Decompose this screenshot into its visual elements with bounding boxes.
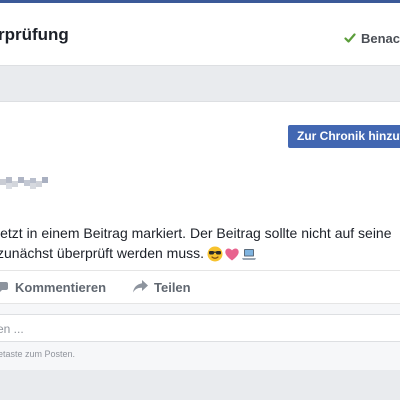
- notifications-label: Benac: [361, 31, 400, 46]
- check-icon: [344, 33, 356, 43]
- share-arrow-icon: [133, 280, 148, 293]
- comment-hint: etaste zum Posten.: [0, 349, 76, 359]
- post-text: jetzt in einem Beitrag markiert. Der Bei…: [0, 223, 400, 263]
- comment-icon: [0, 282, 8, 292]
- blurred-author-name: [0, 175, 52, 189]
- comment-button[interactable]: Kommentieren: [0, 278, 108, 296]
- post-text-line-2: zunächst überprüft werden muss.: [0, 243, 400, 263]
- pink-heart-emoji: [225, 248, 239, 261]
- share-button[interactable]: Teilen: [133, 278, 193, 296]
- laptop-emoji: [242, 249, 256, 260]
- post-text-line-1: jetzt in einem Beitrag markiert. Der Bei…: [0, 225, 392, 241]
- comment-input[interactable]: en ...: [0, 314, 400, 342]
- page-title: rprüfung: [0, 25, 69, 44]
- share-label: Teilen: [154, 280, 191, 295]
- section-spacer: [0, 67, 400, 101]
- review-page: rprüfung Benac Zur Chronik hinzuf jetzt …: [0, 0, 400, 400]
- post-divider: [0, 270, 400, 271]
- comment-label: Kommentieren: [15, 280, 107, 295]
- emoji-row: [207, 246, 258, 266]
- post-card: Zur Chronik hinzuf jetzt in einem Beitra…: [0, 101, 400, 370]
- sunglasses-face-emoji: [207, 246, 223, 262]
- post-text-line-2-content: zunächst überprüft werden muss.: [0, 245, 204, 261]
- review-header: rprüfung Benac: [0, 3, 400, 66]
- comment-section: en ... etaste zum Posten.: [0, 304, 400, 370]
- add-to-timeline-button[interactable]: Zur Chronik hinzuf: [288, 125, 400, 148]
